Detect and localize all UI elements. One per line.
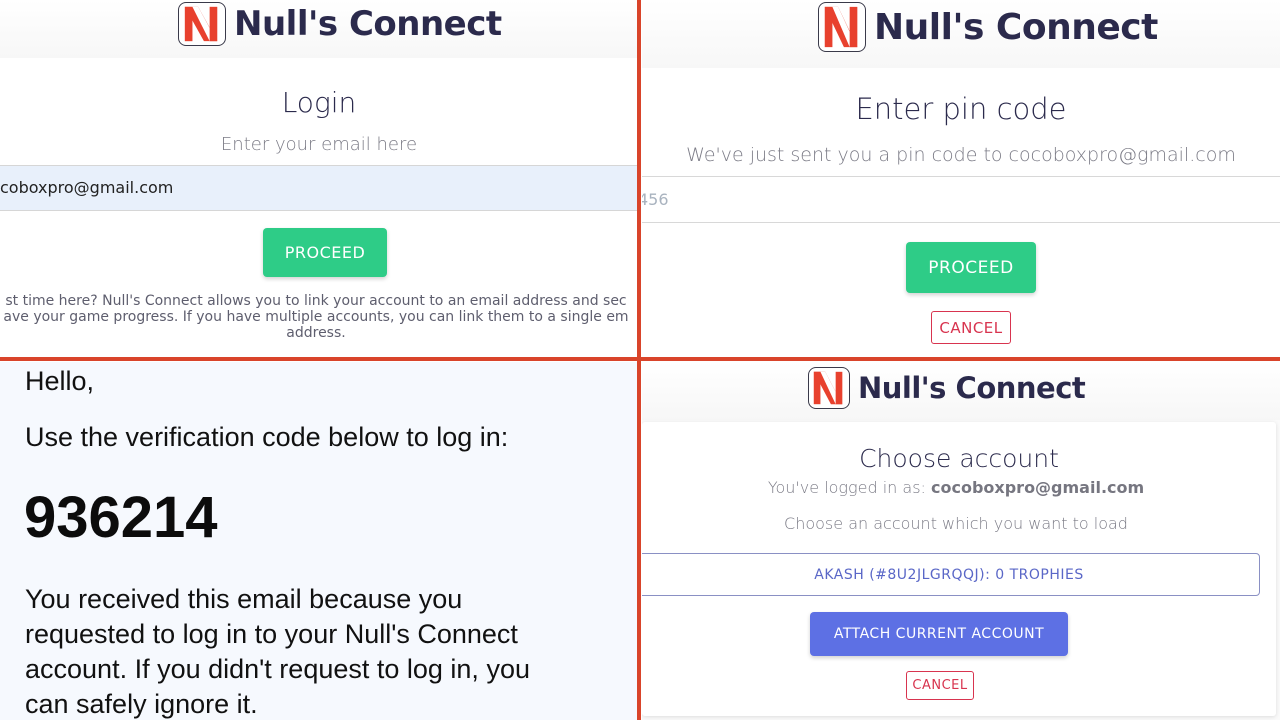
brand-header: Null's Connect — [808, 367, 1086, 409]
proceed-button[interactable]: PROCEED — [263, 228, 387, 277]
email-instruction: Use the verification code below to log i… — [25, 422, 509, 452]
n-logo-icon — [808, 367, 850, 409]
page-title: Enter pin code — [855, 92, 1067, 126]
page-title: Choose account — [859, 444, 1059, 473]
n-logo-icon — [178, 2, 226, 46]
brand-name: Null's Connect — [874, 6, 1158, 48]
pin-input-placeholder[interactable]: 456 — [642, 190, 669, 209]
cancel-button[interactable]: CANCEL — [906, 671, 974, 700]
footer-line: can safely ignore it. — [25, 689, 258, 719]
brand-name: Null's Connect — [858, 371, 1086, 405]
pin-sent-message: We've just sent you a pin code to cocobo… — [686, 144, 1236, 166]
account-card: Choose account You've logged in as: coco… — [642, 422, 1276, 716]
info-line: address. — [286, 325, 346, 341]
brand-header: Null's Connect — [818, 2, 1158, 52]
info-line: st time here? Null's Connect allows you … — [5, 293, 627, 309]
account-option[interactable]: AKASH (#8U2JLGRQQJ): 0 TROPHIES — [642, 553, 1260, 596]
verification-code: 936214 — [24, 485, 218, 550]
n-logo-icon — [818, 2, 866, 52]
footer-line: You received this email because you — [25, 584, 463, 614]
info-text: st time here? Null's Connect allows you … — [0, 293, 638, 341]
email-input[interactable]: coboxpro@gmail.com — [0, 165, 638, 211]
attach-account-button[interactable]: ATTACH CURRENT ACCOUNT — [810, 612, 1068, 656]
login-panel: Null's Connect Login Enter your email he… — [0, 0, 638, 358]
pin-panel: Null's Connect Enter pin code We've just… — [642, 0, 1280, 358]
email-prompt: Enter your email here — [220, 134, 418, 155]
footer-line: requested to log in to your Null's Conne… — [25, 619, 518, 649]
cancel-button[interactable]: CANCEL — [931, 311, 1011, 344]
footer-line: account. If you didn't request to log in… — [25, 654, 530, 684]
info-line: ave your game progress. If you have mult… — [3, 309, 629, 325]
logged-in-email: cocoboxpro@gmail.com — [931, 478, 1145, 497]
logged-in-prefix: You've logged in as: — [767, 478, 931, 497]
pin-input[interactable]: 456 — [642, 176, 1280, 223]
email-greeting: Hello, — [25, 366, 95, 396]
brand-name: Null's Connect — [234, 4, 502, 44]
email-footer: You received this email because you requ… — [25, 582, 530, 720]
proceed-button[interactable]: PROCEED — [906, 242, 1036, 293]
choose-account-panel: Null's Connect Choose account You've log… — [642, 362, 1280, 720]
brand-header: Null's Connect — [178, 2, 502, 46]
page-title: Login — [281, 86, 357, 119]
logged-in-message: You've logged in as: cocoboxpro@gmail.co… — [642, 478, 1276, 497]
choose-instruction: Choose an account which you want to load — [784, 514, 1128, 533]
verification-email-panel: Hello, Use the verification code below t… — [0, 362, 638, 720]
email-input-value[interactable]: coboxpro@gmail.com — [0, 178, 173, 197]
panel-divider-horizontal — [0, 357, 1280, 361]
